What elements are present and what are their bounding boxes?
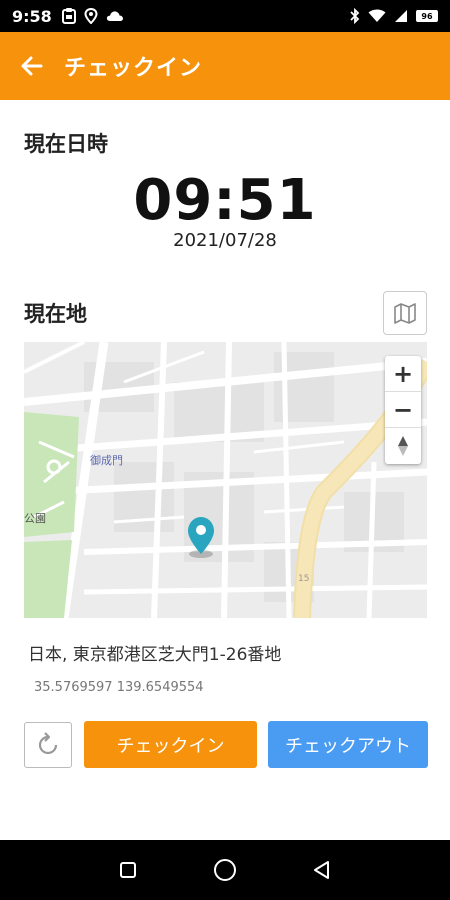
back-nav-button[interactable] (302, 850, 342, 890)
checkout-button[interactable]: チェックアウト (268, 721, 428, 768)
map-icon (394, 303, 416, 324)
bluetooth-icon (350, 8, 360, 24)
datetime-section-title: 現在日時 (24, 132, 108, 156)
compass-button[interactable] (385, 428, 421, 464)
map-view[interactable]: 御成門 公園 15 + − (24, 342, 427, 618)
recents-button[interactable] (108, 850, 148, 890)
map-toggle-button[interactable] (383, 291, 427, 335)
battery-level: 96 (421, 11, 433, 21)
status-time: 9:58 (12, 6, 52, 26)
coordinates-text: 35.5769597 139.6549554 (34, 680, 204, 695)
back-button[interactable] (0, 32, 64, 100)
circle-icon (213, 859, 236, 881)
address-text: 日本, 東京都港区芝大門1-26番地 (28, 645, 282, 665)
wifi-icon (368, 9, 386, 22)
arrow-left-icon (21, 56, 43, 76)
refresh-icon (38, 732, 58, 755)
map-label-gate: 御成門 (90, 454, 123, 467)
clipboard-icon (61, 8, 76, 24)
zoom-in-button[interactable]: + (385, 356, 421, 392)
refresh-location-button[interactable] (24, 722, 72, 768)
notification-icons (61, 8, 124, 24)
checkin-button[interactable]: チェックイン (84, 721, 257, 768)
map-label-road: 15 (298, 574, 310, 584)
location-section-title: 現在地 (24, 302, 87, 326)
battery-icon: 96 (416, 10, 438, 22)
status-bar: 9:58 96 (0, 0, 450, 32)
map-label-park: 公園 (24, 512, 46, 525)
system-nav-bar (0, 840, 450, 900)
square-icon (120, 862, 137, 878)
page-title: チェックイン (64, 56, 203, 81)
zoom-out-button[interactable]: − (385, 392, 421, 428)
cloud-icon (106, 11, 123, 21)
system-icons: 96 (350, 8, 438, 24)
triangle-back-icon (313, 861, 329, 879)
location-icon (84, 8, 98, 24)
compass-icon (398, 436, 408, 456)
map-streets (24, 342, 427, 618)
app-bar: チェックイン (0, 32, 450, 100)
zoom-controls: + − (385, 356, 421, 464)
current-time: 09:51 (133, 168, 317, 233)
home-button[interactable] (205, 850, 245, 890)
current-date: 2021/07/28 (173, 230, 277, 251)
signal-icon (395, 10, 407, 22)
